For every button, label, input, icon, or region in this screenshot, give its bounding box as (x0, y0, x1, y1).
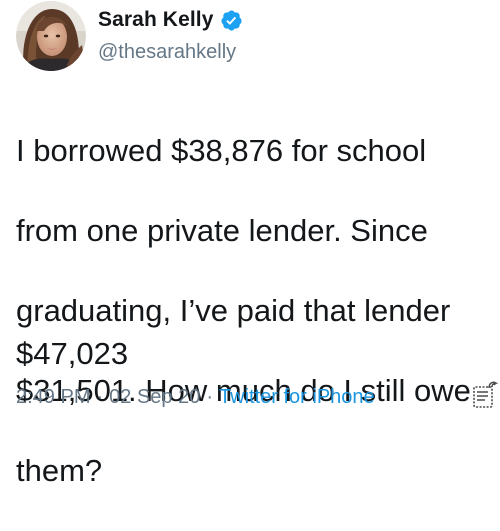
avatar[interactable] (16, 1, 86, 71)
tweet-line: from one private lender. Since (16, 213, 428, 248)
user-handle[interactable]: @thesarahkelly (98, 41, 236, 64)
display-name-row[interactable]: Sarah Kelly (98, 8, 243, 32)
display-name: Sarah Kelly (98, 8, 214, 31)
meta-separator: · (206, 386, 214, 408)
meta-separator: · (96, 386, 104, 408)
analytics-icon[interactable] (472, 380, 499, 410)
tweet-time[interactable]: 2:49 PM (16, 386, 90, 409)
verified-badge-icon (220, 9, 243, 32)
tweet-text: I borrowed $38,876 for school from one p… (16, 91, 492, 531)
tweet-line: them? (16, 453, 103, 488)
tweet-source-link[interactable]: Twitter for iPhone (219, 386, 375, 409)
tweet-date[interactable]: 02 Sep 20 (109, 386, 200, 409)
tweet-line: graduating, I’ve paid that lender (16, 293, 451, 328)
tweet-line: I borrowed $38,876 for school (16, 133, 427, 168)
tweet-meta: 2:49 PM · 02 Sep 20 · Twitter for iPhone (16, 386, 375, 409)
profile-photo (16, 1, 86, 71)
tweet-answer: $47,023 (16, 336, 129, 371)
